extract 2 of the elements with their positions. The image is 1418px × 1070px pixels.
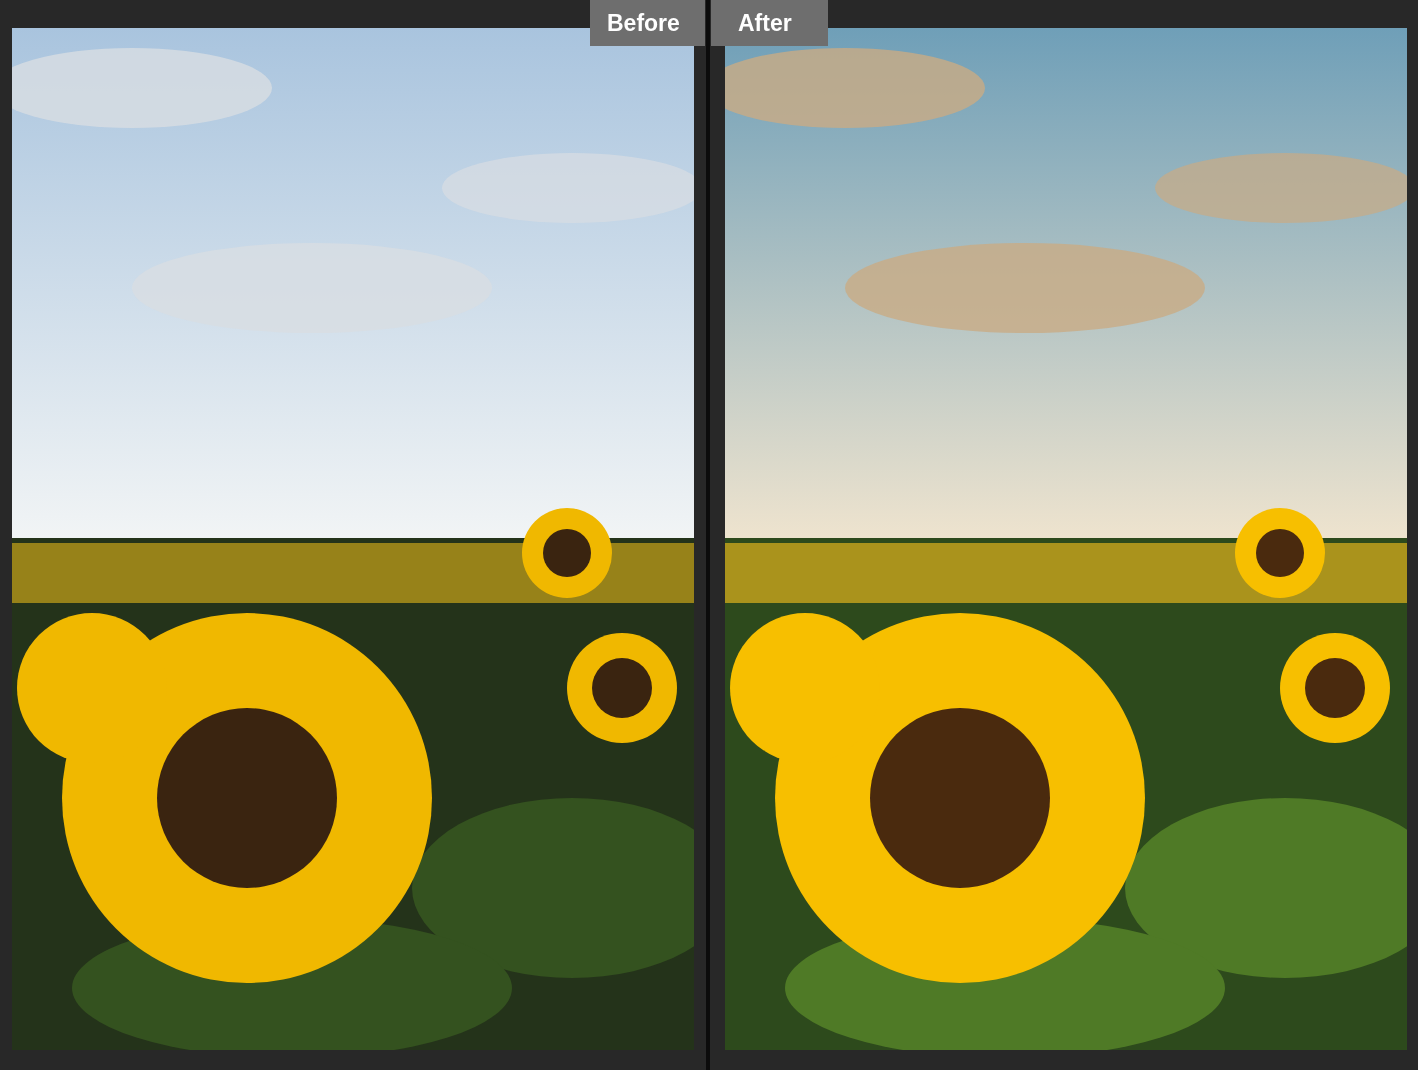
view-label: Before (590, 0, 705, 46)
view-label: After (711, 0, 828, 46)
